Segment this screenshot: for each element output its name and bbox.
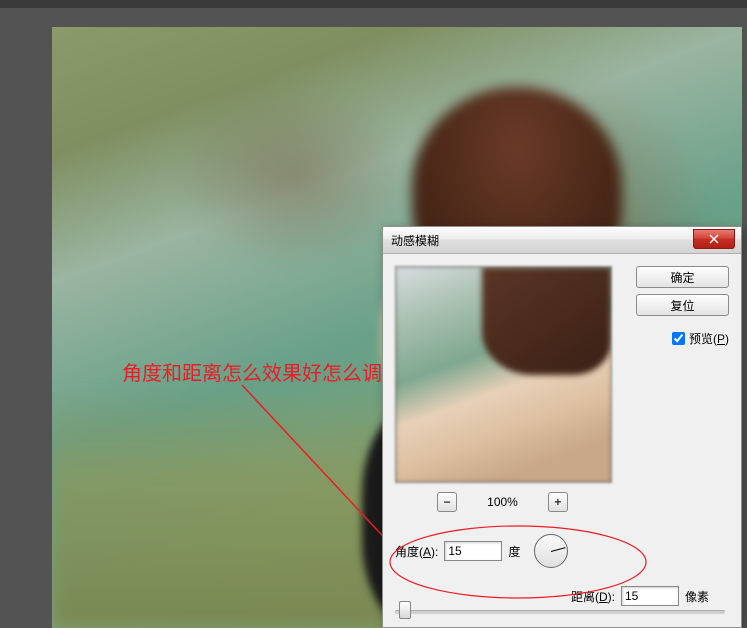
angle-label: 角度(A):: [395, 543, 438, 560]
app-top-bar: [0, 0, 747, 8]
distance-slider-thumb[interactable]: [399, 601, 411, 619]
dialog-actions: 确定 复位: [636, 266, 729, 322]
zoom-out-button[interactable]: −: [437, 492, 457, 512]
preview-checkbox[interactable]: [672, 332, 685, 345]
preview-checkbox-label: 预览(P): [689, 330, 729, 347]
dialog-titlebar[interactable]: 动感模糊: [383, 227, 741, 254]
blur-controls: 角度(A): 度 距离(D): 像素: [395, 534, 729, 624]
angle-unit: 度: [508, 543, 520, 560]
angle-dial[interactable]: [534, 534, 568, 568]
motion-blur-dialog: 动感模糊 − 100% + 确定 复位 预览(P) 角度(A): 度: [382, 226, 742, 628]
preview-checkbox-row[interactable]: 预览(P): [672, 330, 729, 347]
annotation-text: 角度和距离怎么效果好怎么调整: [122, 357, 402, 386]
zoom-controls: − 100% +: [395, 492, 610, 512]
angle-input[interactable]: [444, 541, 502, 561]
ok-button[interactable]: 确定: [636, 266, 729, 288]
close-button[interactable]: [693, 229, 735, 249]
dialog-title: 动感模糊: [391, 232, 439, 249]
distance-slider-track[interactable]: [395, 610, 725, 614]
distance-unit: 像素: [685, 588, 709, 605]
close-icon: [709, 234, 719, 244]
angle-row: 角度(A): 度: [395, 534, 729, 568]
dialog-body: − 100% + 确定 复位 预览(P) 角度(A): 度 距离(D): 像素: [383, 254, 741, 628]
distance-input[interactable]: [621, 586, 679, 606]
zoom-level: 100%: [487, 495, 518, 509]
distance-row: 距离(D): 像素: [395, 586, 729, 606]
zoom-in-button[interactable]: +: [548, 492, 568, 512]
reset-button[interactable]: 复位: [636, 294, 729, 316]
distance-label: 距离(D):: [571, 588, 615, 605]
preview-thumbnail[interactable]: [395, 266, 612, 483]
